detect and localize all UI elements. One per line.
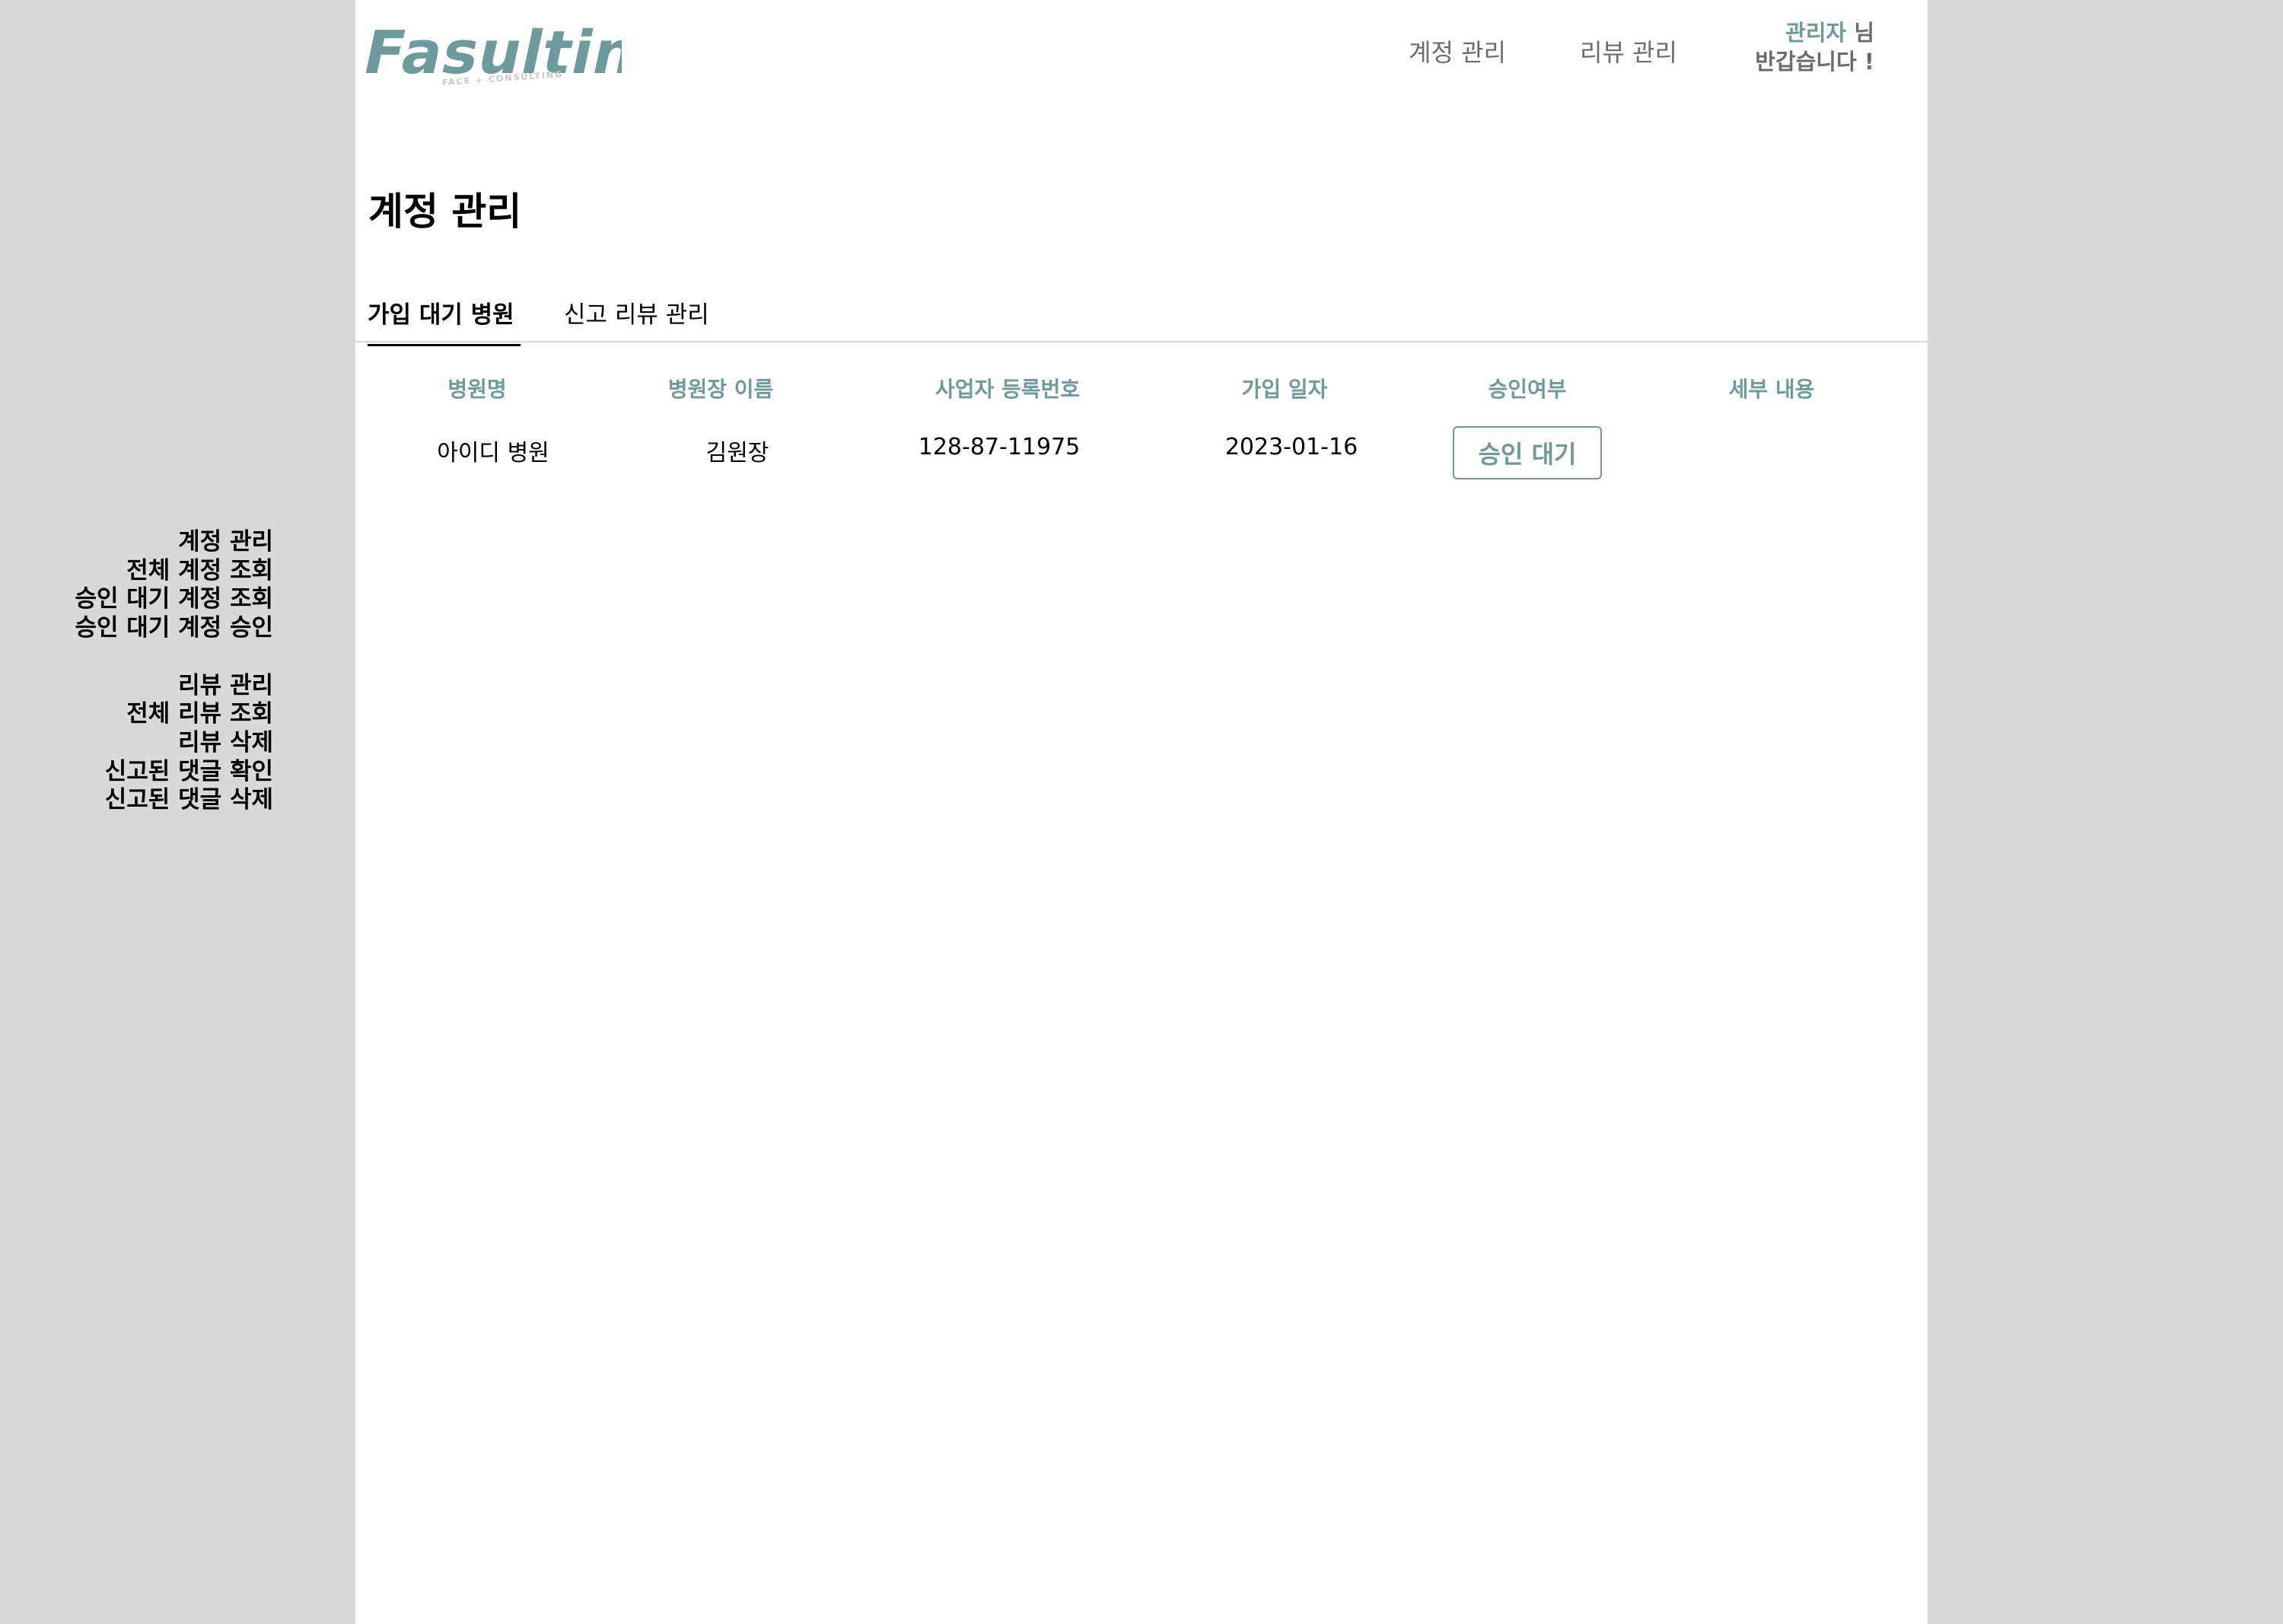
user-role: 관리자 [1785, 20, 1847, 46]
top-nav-reviews[interactable]: 리뷰 관리 [1580, 33, 1677, 68]
cell-join-date: 2023-01-16 [1224, 434, 1358, 460]
greeting-line-1: 관리자 님 [1755, 18, 1874, 47]
top-nav-accounts[interactable]: 계정 관리 [1409, 33, 1506, 68]
approval-pending-button[interactable]: 승인 대기 [1453, 426, 1602, 479]
main-panel: Fasulting FACE + CONSULTING 계정 관리 리뷰 관리 … [355, 0, 1928, 1624]
sidebar-heading-accounts[interactable]: 계정 관리 [75, 528, 273, 557]
table-header: 병원명 병원장 이름 사업자 등록번호 가입 일자 승인여부 세부 내용 [355, 373, 1928, 403]
sidebar-item-delete-review[interactable]: 리뷰 삭제 [75, 729, 273, 758]
fasulting-logo-icon: Fasulting FACE + CONSULTING [363, 18, 622, 88]
greeting-message: 반갑습니다 ! [1755, 49, 1874, 75]
sidebar-heading-reviews[interactable]: 리뷰 관리 [75, 672, 273, 701]
sidebar-group-reviews: 리뷰 관리 전체 리뷰 조회 리뷰 삭제 신고된 댓글 확인 신고된 댓글 삭제 [75, 672, 273, 816]
brand-logo[interactable]: Fasulting FACE + CONSULTING [363, 11, 622, 94]
user-greeting: 관리자 님 반갑습니다 ! [1755, 18, 1874, 76]
column-header-details: 세부 내용 [1728, 377, 1815, 402]
tab-bar: 가입 대기 병원 신고 리뷰 관리 [355, 289, 1928, 346]
page-title: 계정 관리 [368, 189, 522, 234]
sidebar-item-reported-comments[interactable]: 신고된 댓글 확인 [75, 758, 273, 787]
column-header-join-date: 가입 일자 [1241, 377, 1328, 402]
tab-reported-reviews[interactable]: 신고 리뷰 관리 [564, 295, 709, 330]
cell-business-number: 128-87-11975 [918, 434, 1081, 460]
column-header-hospital-name: 병원명 [447, 377, 507, 402]
sidebar-nav: 계정 관리 전체 계정 조회 승인 대기 계정 조회 승인 대기 계정 승인 리… [75, 528, 273, 844]
cell-director-name: 김원장 [705, 440, 769, 467]
column-header-approval-status: 승인여부 [1488, 377, 1567, 402]
user-suffix: 님 [1846, 20, 1874, 46]
sidebar-item-all-accounts[interactable]: 전체 계정 조회 [75, 557, 273, 586]
sidebar-item-approve-accounts[interactable]: 승인 대기 계정 승인 [75, 614, 273, 643]
cell-hospital-name: 아이디 병원 [437, 440, 549, 467]
sidebar-item-all-reviews[interactable]: 전체 리뷰 조회 [75, 700, 273, 729]
table-row: 아이디 병원 김원장 128-87-11975 2023-01-16 승인 대기 [355, 426, 1928, 479]
column-header-director-name: 병원장 이름 [667, 377, 774, 402]
sidebar-item-pending-accounts[interactable]: 승인 대기 계정 조회 [75, 585, 273, 614]
tab-pending-hospitals[interactable]: 가입 대기 병원 [368, 295, 521, 346]
column-header-business-number: 사업자 등록번호 [935, 377, 1081, 402]
sidebar-group-accounts: 계정 관리 전체 계정 조회 승인 대기 계정 조회 승인 대기 계정 승인 [75, 528, 273, 643]
sidebar-item-delete-reported-comments[interactable]: 신고된 댓글 삭제 [75, 786, 273, 815]
